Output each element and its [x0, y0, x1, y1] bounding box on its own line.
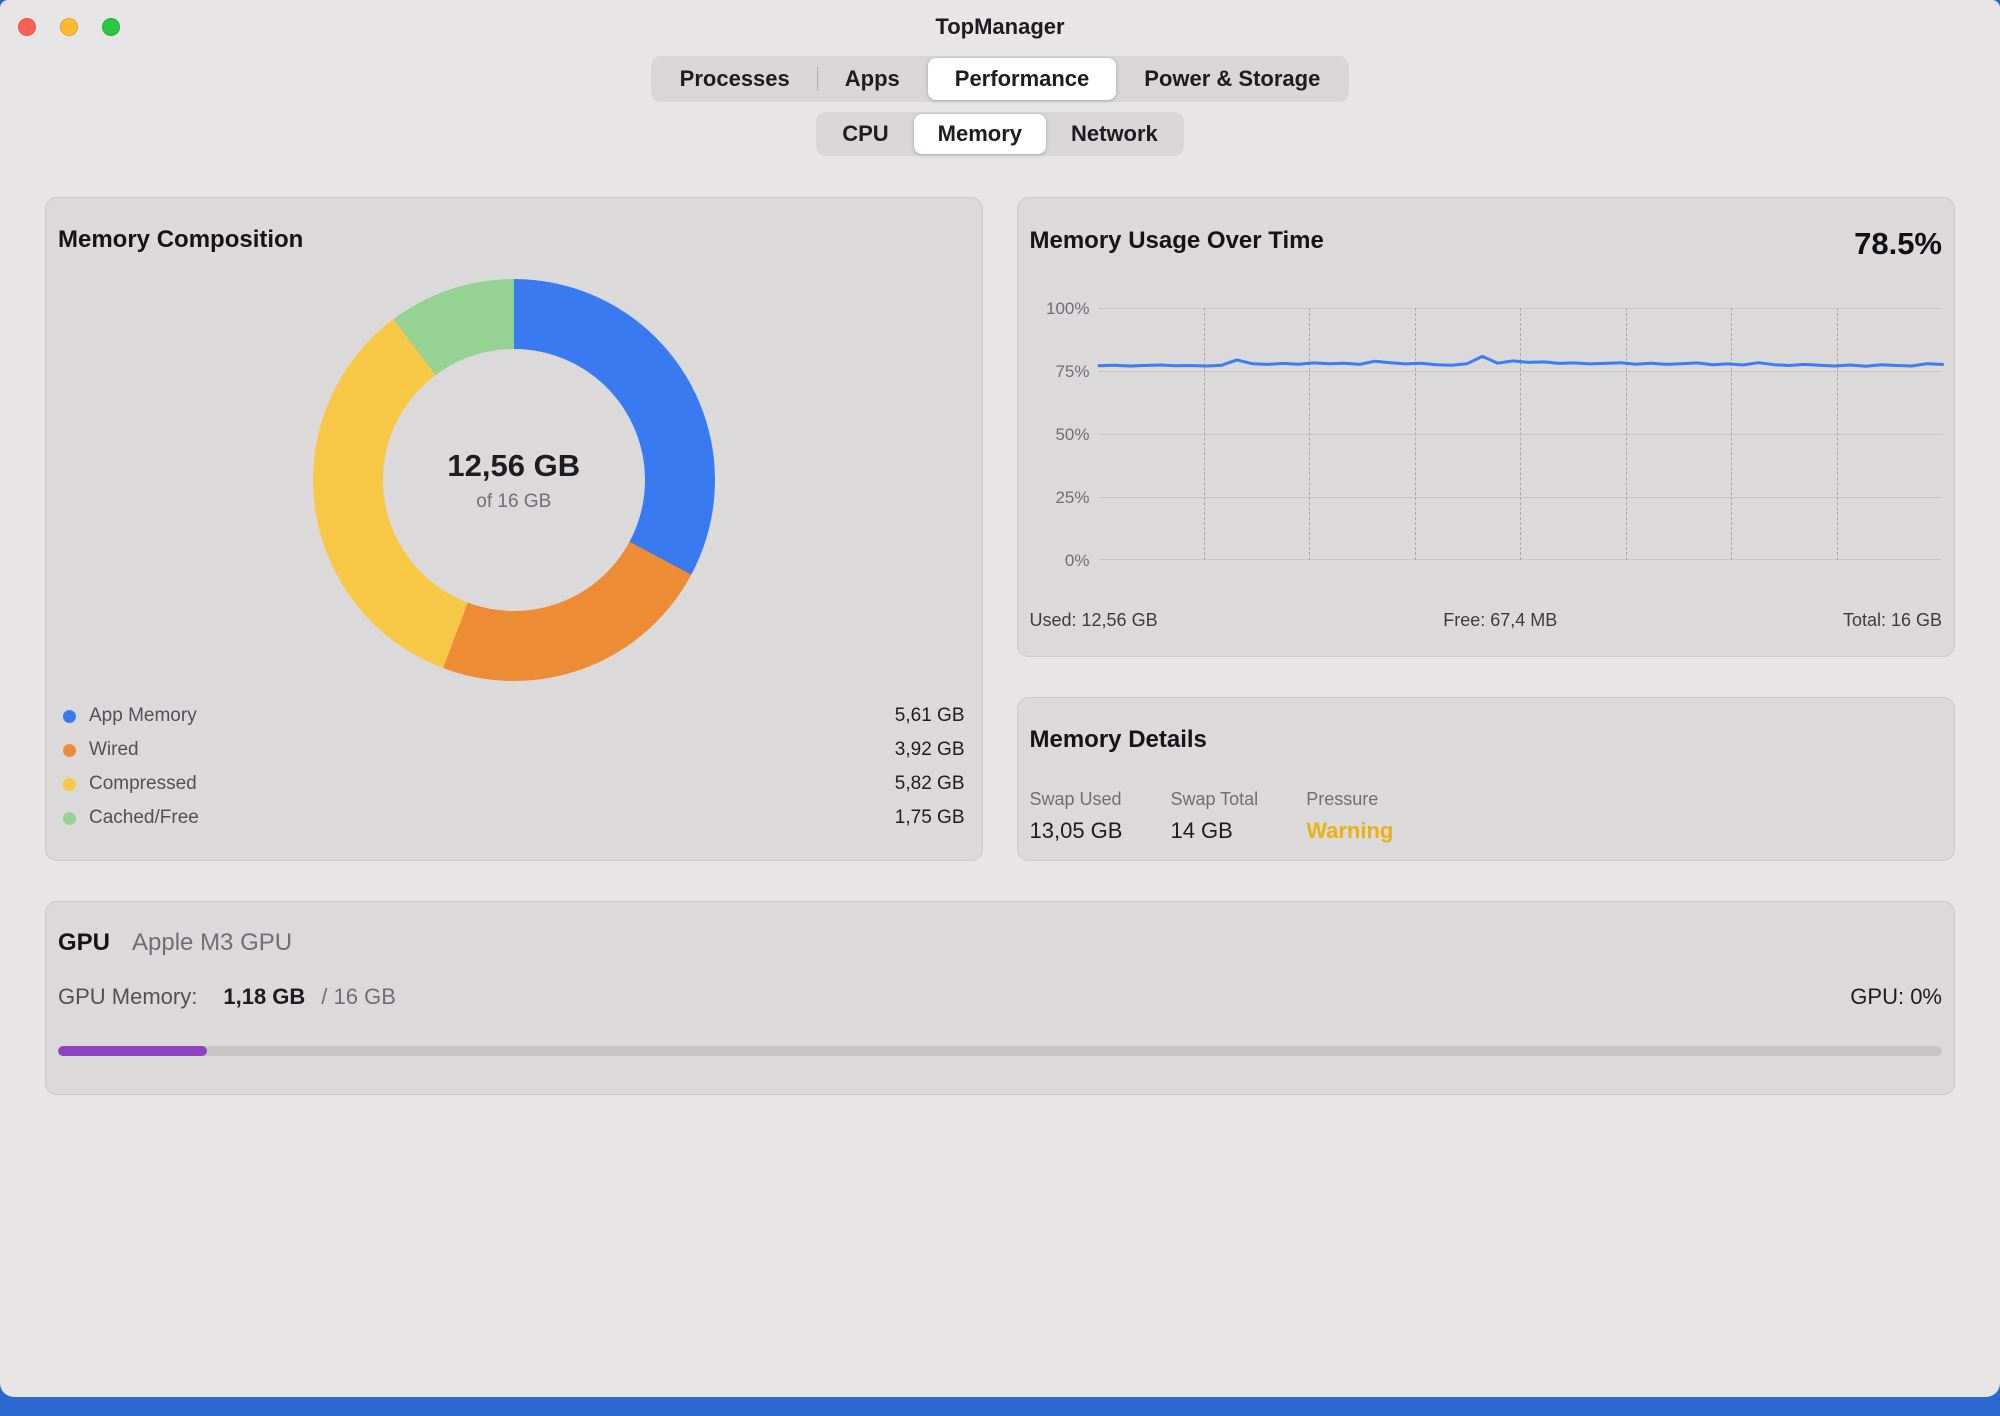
zoom-button[interactable]	[102, 18, 120, 36]
legend-dot	[63, 778, 76, 791]
legend-dot	[63, 710, 76, 723]
legend-value: 5,61 GB	[895, 705, 965, 727]
usage-current-percent: 78.5%	[1854, 226, 1942, 262]
titlebar: TopManager	[0, 0, 2000, 54]
detail-value: 13,05 GB	[1030, 818, 1123, 844]
tab-cpu[interactable]: CPU	[818, 114, 912, 154]
usage-footer-free: Free: 67,4 MB	[1443, 610, 1557, 631]
legend-row: Cached/Free 1,75 GB	[63, 801, 965, 835]
y-axis-label: 25%	[1030, 488, 1090, 508]
memory-usage-panel: Memory Usage Over Time 78.5% 100% 75% 50…	[1017, 197, 1956, 657]
legend-label: Compressed	[89, 773, 197, 795]
donut-center-subtitle: of 16 GB	[476, 491, 551, 513]
detail-label: Swap Used	[1030, 788, 1123, 810]
legend-label: Cached/Free	[89, 807, 199, 829]
usage-footer-used: Used: 12,56 GB	[1030, 610, 1158, 631]
gpu-bar-fill	[58, 1046, 207, 1056]
y-axis: 100% 75% 50% 25% 0%	[1030, 308, 1090, 560]
y-axis-label: 100%	[1030, 299, 1090, 319]
memory-details-panel: Memory Details Swap Used 13,05 GB Swap T…	[1017, 697, 1956, 861]
y-axis-label: 50%	[1030, 425, 1090, 445]
app-window: TopManager Processes Apps Performance Po…	[0, 0, 2000, 1397]
detail-label: Swap Total	[1170, 788, 1258, 810]
gpu-memory-total: / 16 GB	[321, 984, 396, 1010]
legend-value: 5,82 GB	[895, 773, 965, 795]
usage-chart: 100% 75% 50% 25% 0%	[1030, 308, 1943, 560]
detail-swap-total: Swap Total 14 GB	[1170, 788, 1258, 844]
tab-memory[interactable]: Memory	[914, 114, 1046, 154]
usage-footer-total: Total: 16 GB	[1843, 610, 1942, 631]
tab-processes[interactable]: Processes	[653, 58, 817, 100]
close-button[interactable]	[18, 18, 36, 36]
gpu-usage-percent: GPU: 0%	[1850, 984, 1942, 1010]
gpu-memory-label: GPU Memory:	[58, 984, 197, 1010]
y-axis-label: 75%	[1030, 362, 1090, 382]
traffic-lights	[18, 18, 120, 36]
detail-value: 14 GB	[1170, 818, 1258, 844]
tab-performance[interactable]: Performance	[928, 58, 1117, 100]
legend-row: Compressed 5,82 GB	[63, 767, 965, 801]
gpu-name: Apple M3 GPU	[132, 929, 292, 957]
gpu-title: GPU	[58, 928, 110, 958]
sub-tab-bar: CPU Memory Network	[816, 112, 1184, 156]
tab-apps[interactable]: Apps	[818, 58, 927, 100]
detail-label: Pressure	[1306, 788, 1393, 810]
minimize-button[interactable]	[60, 18, 78, 36]
y-axis-label: 0%	[1030, 551, 1090, 571]
legend-dot	[63, 744, 76, 757]
legend-value: 3,92 GB	[895, 739, 965, 761]
gpu-memory-bar	[58, 1046, 1942, 1056]
tab-power-storage[interactable]: Power & Storage	[1117, 58, 1347, 100]
donut-legend: App Memory 5,61 GB Wired 3,92 GB Compres…	[58, 699, 970, 835]
legend-value: 1,75 GB	[895, 807, 965, 829]
gpu-panel: GPU Apple M3 GPU GPU Memory: 1,18 GB / 1…	[45, 901, 1955, 1095]
legend-label: App Memory	[89, 705, 197, 727]
donut-center: 12,56 GB of 16 GB	[383, 349, 645, 611]
tab-network[interactable]: Network	[1047, 114, 1182, 154]
legend-row: Wired 3,92 GB	[63, 733, 965, 767]
detail-pressure: Pressure Warning	[1306, 788, 1393, 844]
legend-dot	[63, 812, 76, 825]
memory-donut: 12,56 GB of 16 GB	[313, 279, 715, 681]
legend-label: Wired	[89, 739, 139, 761]
donut-center-value: 12,56 GB	[447, 448, 580, 484]
usage-line-svg	[1099, 308, 1943, 560]
plot-area	[1099, 308, 1943, 560]
window-title: TopManager	[935, 14, 1064, 40]
memory-details-title: Memory Details	[1030, 698, 1943, 754]
memory-usage-title: Memory Usage Over Time	[1030, 226, 1324, 256]
memory-composition-panel: Memory Composition 12,56 GB of 16 GB App…	[45, 197, 983, 861]
memory-composition-title: Memory Composition	[58, 198, 970, 254]
legend-row: App Memory 5,61 GB	[63, 699, 965, 733]
gpu-memory-value: 1,18 GB	[223, 984, 305, 1010]
main-tab-bar: Processes Apps Performance Power & Stora…	[651, 56, 1350, 102]
usage-line	[1099, 356, 1943, 366]
detail-swap-used: Swap Used 13,05 GB	[1030, 788, 1123, 844]
pressure-value: Warning	[1306, 818, 1393, 844]
